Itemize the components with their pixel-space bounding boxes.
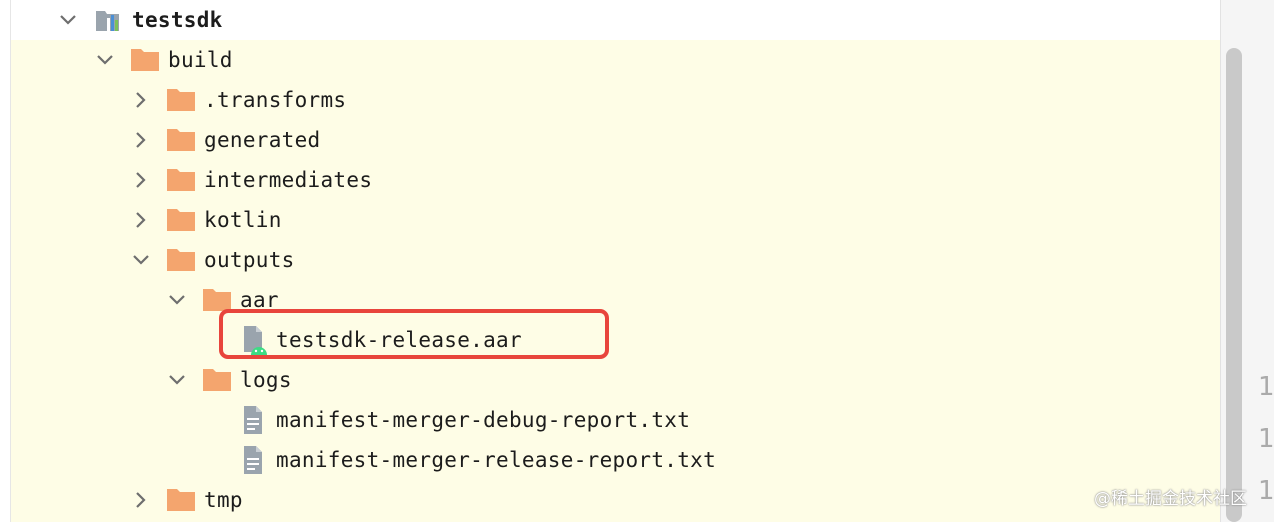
tree-row-testsdk-release-aar[interactable]: testsdk-release.aar — [11, 320, 1220, 360]
chevron-right-icon[interactable] — [131, 170, 151, 190]
highlight-box — [219, 309, 609, 359]
tree-label: intermediates — [204, 168, 373, 192]
text-file-icon — [239, 445, 269, 474]
chevron-right-icon[interactable] — [131, 490, 151, 510]
chevron-right-icon[interactable] — [131, 130, 151, 150]
folder-icon — [130, 47, 160, 73]
chevron-right-icon[interactable] — [131, 210, 151, 230]
tree-label: generated — [204, 128, 321, 152]
tree-label: manifest-merger-debug-report.txt — [276, 408, 691, 432]
folder-icon — [166, 167, 196, 193]
chevron-down-icon[interactable] — [167, 370, 187, 390]
folder-icon — [166, 487, 196, 513]
folder-icon — [202, 367, 232, 393]
tree-row-transforms[interactable]: .transforms — [11, 80, 1220, 120]
tree-label: tmp — [204, 488, 243, 512]
tree-label: kotlin — [204, 208, 282, 232]
tree-label: testsdk — [132, 8, 223, 32]
scrollbar[interactable] — [1226, 48, 1242, 522]
line-number: 1 — [1258, 476, 1274, 506]
tree-row-release-report[interactable]: manifest-merger-release-report.txt — [11, 440, 1220, 480]
tree-row-debug-report[interactable]: manifest-merger-debug-report.txt — [11, 400, 1220, 440]
tree-label: outputs — [204, 248, 295, 272]
folder-icon — [166, 207, 196, 233]
tree-row-outputs[interactable]: outputs — [11, 240, 1220, 280]
tree-row-testsdk[interactable]: testsdk — [11, 0, 1220, 40]
chevron-down-icon[interactable] — [58, 10, 78, 30]
tree-row-kotlin[interactable]: kotlin — [11, 200, 1220, 240]
watermark: @稀土掘金技术社区 — [1094, 489, 1247, 509]
left-edge-strip — [0, 0, 11, 522]
tree-row-tmp[interactable]: tmp — [11, 480, 1220, 520]
tree-row-aar[interactable]: aar — [11, 280, 1220, 320]
tree-row-build[interactable]: build — [11, 40, 1220, 80]
folder-icon — [166, 127, 196, 153]
tree-row-logs[interactable]: logs — [11, 360, 1220, 400]
tree-label: build — [168, 48, 233, 72]
tree-label: manifest-merger-release-report.txt — [276, 448, 717, 472]
tree-row-intermediates[interactable]: intermediates — [11, 160, 1220, 200]
folder-icon — [166, 247, 196, 273]
line-number: 1 — [1258, 372, 1274, 402]
text-file-icon — [239, 405, 269, 434]
chevron-right-icon[interactable] — [131, 90, 151, 110]
chevron-down-icon[interactable] — [131, 250, 151, 270]
module-icon — [94, 6, 124, 32]
folder-icon — [166, 87, 196, 113]
chevron-down-icon[interactable] — [167, 290, 187, 310]
line-number: 1 — [1258, 424, 1274, 454]
tree-label: .transforms — [204, 88, 347, 112]
chevron-down-icon[interactable] — [95, 50, 115, 70]
project-tree: testsdk build .transforms generated inte… — [11, 0, 1220, 522]
tree-row-generated[interactable]: generated — [11, 120, 1220, 160]
tree-label: logs — [240, 368, 292, 392]
